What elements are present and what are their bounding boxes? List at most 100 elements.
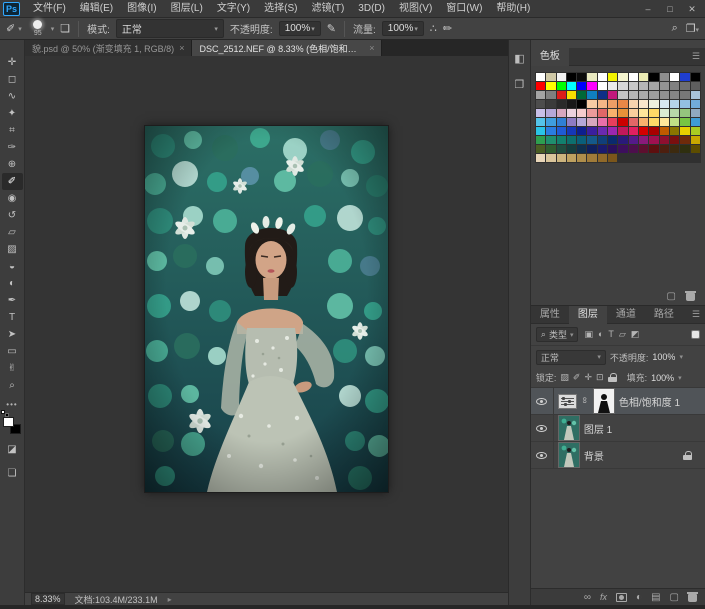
magic-wand-tool[interactable]: ✦ [2,105,23,122]
swatch-7-14[interactable] [680,136,689,144]
swatch-7-13[interactable] [670,136,679,144]
swatch-3-11[interactable] [649,100,658,108]
swatch-0-11[interactable] [649,73,658,81]
document-tab-1[interactable]: 貌.psd @ 50% (渐变填充 1, RGB/8)× [25,40,192,56]
swatch-3-12[interactable] [660,100,669,108]
swatch-0-15[interactable] [691,73,700,81]
swatch-1-4[interactable] [577,82,586,90]
layer-thumbnail[interactable] [559,443,579,467]
swatch-8-11[interactable] [649,145,658,153]
swatch-7-8[interactable] [618,136,627,144]
swatch-6-12[interactable] [660,127,669,135]
zoom-level-field[interactable]: 8.33% [31,593,65,605]
lock-artboard-icon[interactable]: ⊡ [596,372,604,383]
swatch-4-14[interactable] [680,109,689,117]
swatch-4-11[interactable] [649,109,658,117]
path-selection-tool[interactable]: ➤ [2,326,23,343]
size-pressure-icon[interactable]: ✏ [443,22,452,35]
airbrush-icon[interactable]: ∴ [430,22,437,35]
filter-type-layers-icon[interactable]: T [608,329,614,340]
swatch-9-7[interactable] [608,154,617,162]
collapsed-adjustments-panel-icon[interactable]: ❐ [510,76,528,92]
swatch-5-0[interactable] [536,118,545,126]
lock-image-pixels-icon[interactable]: ✐ [573,372,581,383]
workspace-dropdown-icon[interactable]: ▾ [695,27,699,34]
swatch-4-13[interactable] [670,109,679,117]
swatch-2-14[interactable] [680,91,689,99]
swatch-9-2[interactable] [557,154,566,162]
layer-row-3[interactable]: 背景 [531,442,705,469]
swatch-3-2[interactable] [557,100,566,108]
tab-close-icon[interactable]: × [369,43,374,53]
swatch-5-5[interactable] [587,118,596,126]
layer-row-2[interactable]: 图层 1 [531,415,705,442]
filter-smart-objects-icon[interactable]: ◩ [631,329,640,340]
swatch-5-11[interactable] [649,118,658,126]
swatch-5-1[interactable] [546,118,555,126]
delete-swatch-button[interactable] [686,291,695,301]
flow-field[interactable]: 100% ▾ [382,21,424,36]
swatch-5-7[interactable] [608,118,617,126]
swatch-3-15[interactable] [691,100,700,108]
swatch-6-14[interactable] [680,127,689,135]
blend-mode-select[interactable]: 正常 ▾ [116,19,224,38]
pen-tool[interactable]: ✒ [2,292,23,309]
dropdown-icon[interactable]: ▾ [678,374,682,382]
menu-文件(F)[interactable]: 文件(F) [26,0,73,17]
swatch-6-8[interactable] [618,127,627,135]
swatch-2-6[interactable] [598,91,607,99]
swatch-5-10[interactable] [639,118,648,126]
swatch-1-9[interactable] [629,82,638,90]
layer-visibility-toggle[interactable] [531,415,554,441]
swatch-2-3[interactable] [567,91,576,99]
brush-tool-icon[interactable]: ✐ [6,22,15,35]
swatch-9-4[interactable] [577,154,586,162]
swatch-0-5[interactable] [587,73,596,81]
swatch-0-14[interactable] [680,73,689,81]
opacity-field[interactable]: 100% ▾ [279,21,321,36]
marquee-tool[interactable]: ◻ [2,71,23,88]
swatch-1-1[interactable] [546,82,555,90]
swatch-7-5[interactable] [587,136,596,144]
swatch-8-10[interactable] [639,145,648,153]
swatch-4-5[interactable] [587,109,596,117]
swatch-3-7[interactable] [608,100,617,108]
swatch-7-4[interactable] [577,136,586,144]
swatch-8-1[interactable] [546,145,555,153]
swatch-3-3[interactable] [567,100,576,108]
swatch-2-12[interactable] [660,91,669,99]
swatch-8-4[interactable] [577,145,586,153]
layer-blend-mode-select[interactable]: 正常 ▾ [536,350,606,365]
quick-mask-button[interactable]: ◪ [2,441,23,458]
swatch-0-3[interactable] [567,73,576,81]
swatch-3-6[interactable] [598,100,607,108]
history-brush-tool[interactable]: ↺ [2,207,23,224]
swatch-7-15[interactable] [691,136,700,144]
swatch-6-15[interactable] [691,127,700,135]
swatch-4-9[interactable] [629,109,638,117]
swatch-9-5[interactable] [587,154,596,162]
swatch-6-13[interactable] [670,127,679,135]
hand-tool[interactable]: ✌ [2,360,23,377]
swatch-7-6[interactable] [598,136,607,144]
swatch-4-10[interactable] [639,109,648,117]
swatch-1-11[interactable] [649,82,658,90]
swatch-0-9[interactable] [629,73,638,81]
eraser-tool[interactable]: ▱ [2,224,23,241]
swatch-4-15[interactable] [691,109,700,117]
menu-文字(Y)[interactable]: 文字(Y) [210,0,257,17]
swatch-2-9[interactable] [629,91,638,99]
swatch-8-14[interactable] [680,145,689,153]
swatch-8-6[interactable] [598,145,607,153]
swatch-4-8[interactable] [618,109,627,117]
swatch-7-12[interactable] [660,136,669,144]
swatch-4-3[interactable] [567,109,576,117]
swatch-2-7[interactable] [608,91,617,99]
swatch-2-13[interactable] [670,91,679,99]
new-adjustment-layer-icon[interactable]: ◐ [636,592,642,603]
layer-filter-type-select[interactable]: ⌕ 类型 ▾ [536,327,579,342]
swatch-1-3[interactable] [567,82,576,90]
swatch-1-7[interactable] [608,82,617,90]
default-colors-icon[interactable] [1,410,8,416]
toggle-brush-settings-icon[interactable]: ❏ [60,22,70,35]
